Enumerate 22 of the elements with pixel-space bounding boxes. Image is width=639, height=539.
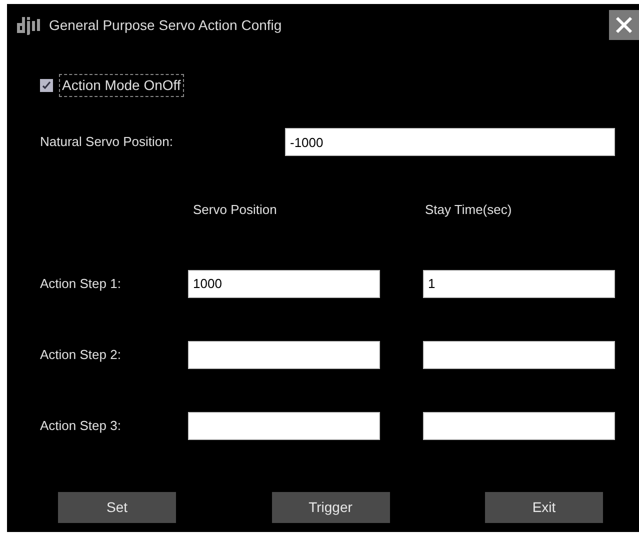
logo-icon <box>15 15 41 35</box>
checkbox-label[interactable]: Action Mode OnOff <box>59 74 184 97</box>
step-label: Action Step 3: <box>40 416 122 435</box>
step-label: Action Step 1: <box>40 274 122 293</box>
input-field[interactable] <box>423 340 615 368</box>
window-title: General Purpose Servo Action Config <box>49 16 282 35</box>
close-button[interactable] <box>609 10 639 40</box>
input-field[interactable] <box>423 412 615 440</box>
dialog-button[interactable]: Set <box>58 492 176 522</box>
field-label: Natural Servo Position: <box>40 133 174 152</box>
input-field[interactable] <box>188 340 380 368</box>
input-field[interactable]: -1000 <box>285 128 615 156</box>
dialog-button[interactable]: Exit <box>485 492 603 522</box>
input-field[interactable]: 1000 <box>188 270 380 298</box>
dialog-button[interactable]: Trigger <box>272 492 390 522</box>
input-field[interactable]: 1 <box>423 270 615 298</box>
column-header: Servo Position <box>192 201 278 219</box>
close-icon <box>614 15 634 35</box>
checkbox[interactable] <box>40 79 53 92</box>
step-label: Action Step 2: <box>40 346 122 364</box>
input-field[interactable] <box>188 412 380 440</box>
column-header: Stay Time(sec) <box>424 201 512 219</box>
